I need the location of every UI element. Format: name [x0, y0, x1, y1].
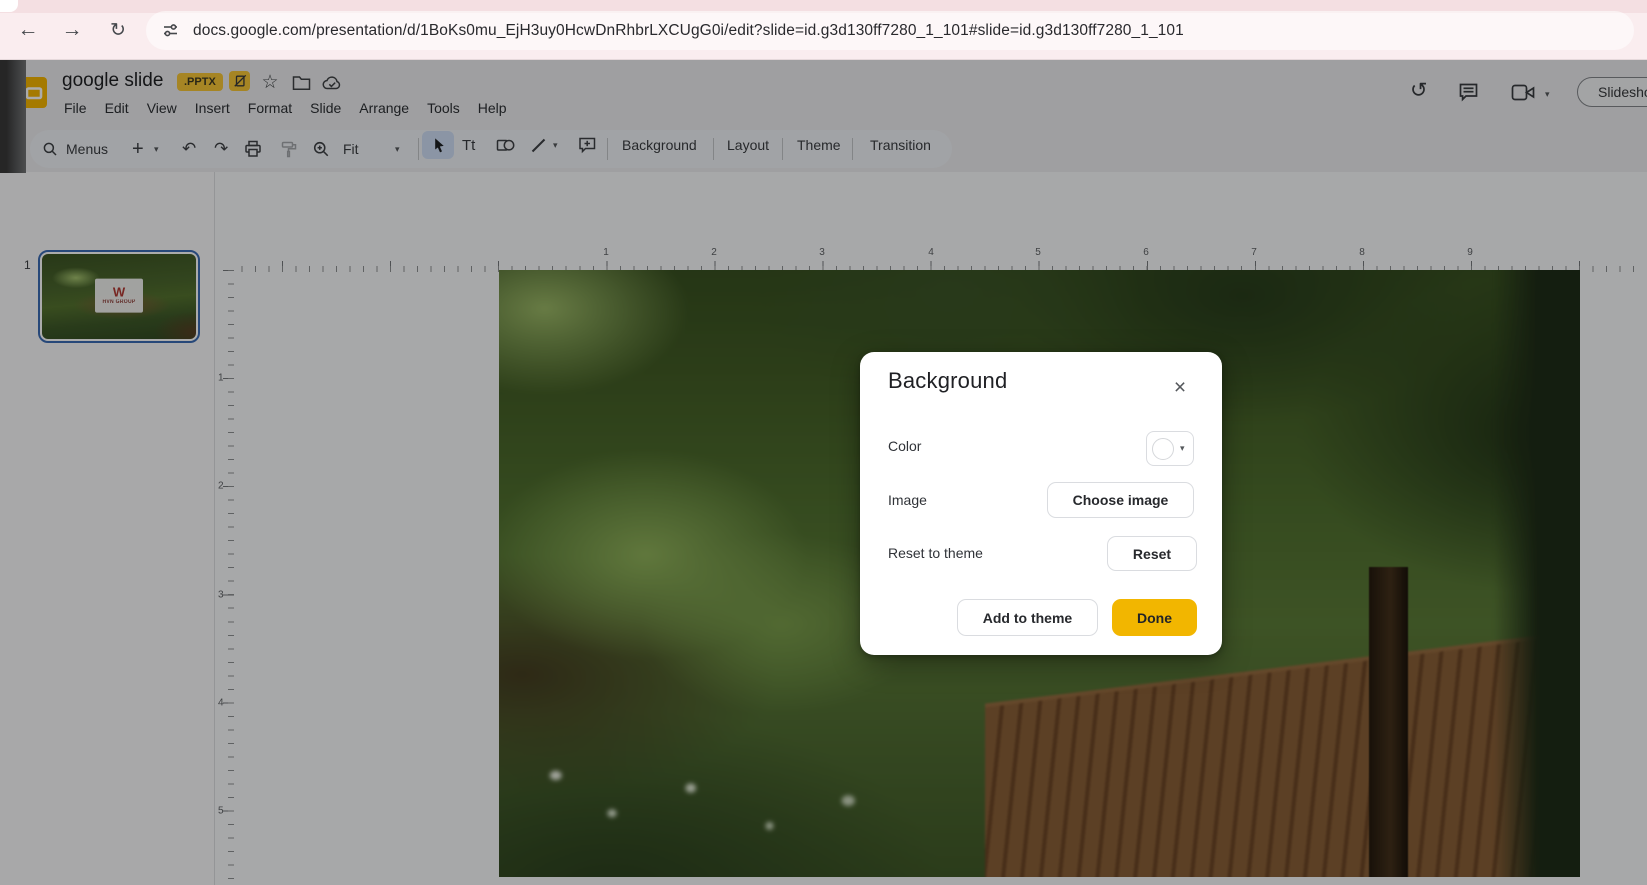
- back-icon[interactable]: ←: [11, 0, 45, 60]
- add-to-theme-button[interactable]: Add to theme: [957, 599, 1098, 636]
- screen: ← → ↻ docs.google.com/presentation/d/1Bo…: [0, 0, 1647, 885]
- forward-icon[interactable]: →: [55, 0, 89, 60]
- color-caret-icon: ▾: [1180, 443, 1185, 453]
- choose-image-button[interactable]: Choose image: [1047, 482, 1194, 518]
- reset-to-theme-label: Reset to theme: [888, 545, 983, 561]
- reset-button[interactable]: Reset: [1107, 536, 1197, 571]
- color-swatch-circle: [1152, 437, 1174, 460]
- address-bar[interactable]: docs.google.com/presentation/d/1BoKs0mu_…: [146, 11, 1634, 50]
- browser-toolbar: ← → ↻ docs.google.com/presentation/d/1Bo…: [0, 0, 1647, 60]
- background-dialog: Background × Color ▾ Image Choose image …: [860, 352, 1222, 655]
- dialog-title: Background: [888, 368, 1008, 393]
- close-icon[interactable]: ×: [1164, 372, 1196, 404]
- modal-scrim: [0, 60, 1647, 885]
- site-info-icon[interactable]: [162, 22, 179, 39]
- color-label: Color: [888, 438, 922, 454]
- background-color-picker[interactable]: ▾: [1146, 431, 1194, 466]
- image-label: Image: [888, 492, 927, 508]
- done-button[interactable]: Done: [1112, 599, 1197, 636]
- url-text: docs.google.com/presentation/d/1BoKs0mu_…: [193, 21, 1184, 39]
- reload-icon[interactable]: ↻: [101, 0, 135, 60]
